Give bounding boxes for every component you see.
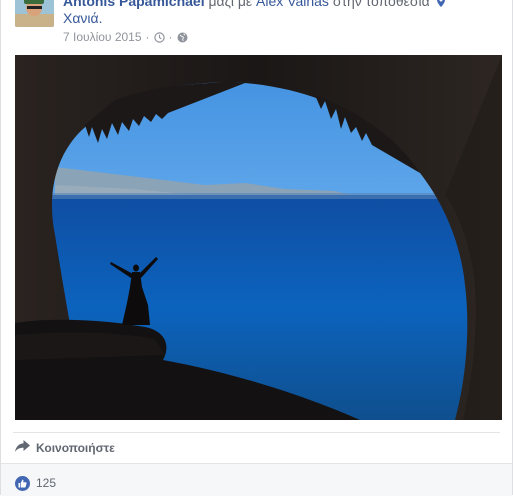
at-text: στην τοποθεσία: [332, 0, 430, 9]
divider: [13, 432, 500, 433]
author-name[interactable]: Antonis Papamichael: [63, 0, 205, 9]
avatar[interactable]: [15, 0, 54, 27]
post-photo[interactable]: [15, 55, 502, 420]
thumbs-up-icon[interactable]: [15, 476, 30, 491]
like-count[interactable]: 125: [36, 476, 56, 491]
clock-icon: [153, 31, 165, 43]
meta-separator: ·: [145, 30, 150, 44]
tagged-friend[interactable]: Alex Vainas: [256, 0, 329, 9]
share-arrow-icon: [15, 440, 30, 455]
post-date[interactable]: 7 Ιουλίου 2015: [63, 29, 142, 45]
cave-sea-photo: [15, 55, 502, 420]
post-header: Antonis Papamichael μαζί με Alex Vainas …: [63, 0, 445, 11]
globe-icon[interactable]: [177, 32, 188, 43]
share-button[interactable]: Κοινοποιήστε: [15, 440, 115, 455]
reactions-bar: 125: [1, 463, 512, 496]
meta-separator-2: ·: [168, 30, 173, 44]
feed-post: Antonis Papamichael μαζί με Alex Vainas …: [0, 0, 513, 496]
share-label: Κοινοποιήστε: [36, 440, 115, 455]
post-meta: 7 Ιουλίου 2015 · ·: [63, 29, 188, 45]
map-pin-icon: [436, 0, 445, 9]
with-text: μαζί με: [208, 0, 253, 9]
location-link[interactable]: Χανιά.: [63, 9, 103, 27]
